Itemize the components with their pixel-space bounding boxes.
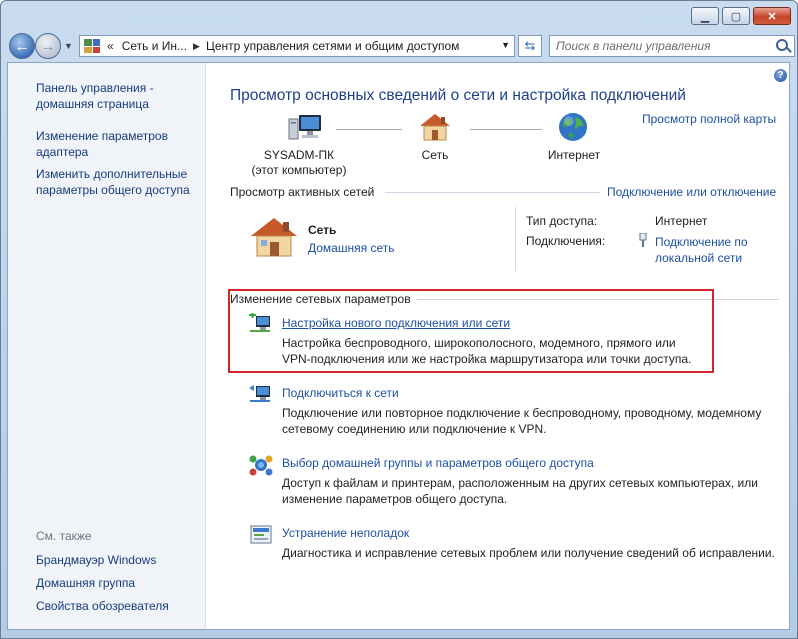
arrow-left-icon: ← [14, 37, 30, 55]
address-bar[interactable]: « Сеть и Ин... ▶ Центр управления сетями… [79, 35, 515, 57]
sidebar-link-homegroup[interactable]: Домашняя группа [36, 575, 201, 591]
home-network-icon [248, 215, 300, 259]
local-connection-link-line2[interactable]: локальной сети [655, 250, 748, 266]
homegroup-link[interactable]: Выбор домашней группы и параметров общег… [282, 455, 758, 471]
task-connect-network: Подключиться к сети Подключение или повт… [282, 385, 761, 437]
homegroup-icon [248, 453, 274, 477]
maximize-button[interactable]: ▢ [722, 7, 750, 25]
page-title: Просмотр основных сведений о сети и наст… [230, 87, 686, 104]
content-area: Панель управления - домашняя страница Из… [7, 62, 790, 630]
minimize-button[interactable]: ▁ [691, 7, 719, 25]
connect-disconnect-link[interactable]: Подключение или отключение [607, 185, 776, 199]
internet-globe-icon [557, 111, 589, 143]
sidebar-link-adapter-settings[interactable]: Изменение параметров адаптера [36, 128, 201, 160]
see-also-label: См. также [36, 529, 92, 543]
section-divider [385, 192, 600, 193]
vertical-divider [515, 207, 516, 271]
computer-caption: (этот компьютер) [251, 163, 347, 177]
map-connector-line [336, 129, 402, 130]
local-connection-link-line1[interactable]: Подключение по [655, 234, 748, 250]
access-type-value: Интернет [655, 214, 708, 228]
forward-button[interactable]: → [35, 33, 61, 59]
computer-name: SYSADM-ПК [263, 148, 335, 162]
title-bar: ▁ ▢ ✕ [1, 1, 797, 31]
refresh-icon: ⇆ [524, 38, 536, 53]
connect-network-link[interactable]: Подключиться к сети [282, 385, 761, 401]
navigation-bar: ← → ▼ « Сеть и Ин... ▶ Центр управления … [7, 31, 795, 61]
map-computer-node: SYSADM-ПК (этот компьютер) [249, 148, 349, 178]
task-homegroup: Выбор домашней группы и параметров общег… [282, 455, 758, 507]
search-input[interactable]: Поиск в панели управления [549, 35, 795, 57]
back-button[interactable]: ← [9, 33, 35, 59]
ethernet-connection-icon [639, 232, 647, 247]
new-connection-icon [248, 312, 274, 337]
full-map-link[interactable]: Просмотр полной карты [642, 112, 776, 126]
access-type-label: Тип доступа: [526, 214, 598, 228]
map-connector-line [470, 129, 542, 130]
network-name: Сеть [308, 223, 337, 237]
troubleshoot-link[interactable]: Устранение неполадок [282, 525, 775, 541]
sidebar-link-sharing-settings[interactable]: Изменить дополнительные параметры общего… [36, 166, 201, 198]
computer-icon [287, 113, 323, 141]
breadcrumb-network[interactable]: Сеть и Ин... [118, 39, 191, 53]
connections-label: Подключения: [526, 234, 606, 248]
homegroup-desc-line1: Доступ к файлам и принтерам, расположенн… [282, 476, 758, 490]
main-panel: ? Просмотр основных сведений о сети и на… [207, 63, 789, 629]
map-network-label: Сеть [421, 148, 449, 162]
map-internet-label: Интернет [547, 148, 601, 162]
new-connection-desc-line1: Настройка беспроводного, широкополосного… [282, 336, 676, 350]
arrow-right-icon: → [40, 37, 56, 55]
sidebar-link-firewall[interactable]: Брандмауэр Windows [36, 552, 201, 568]
troubleshoot-icon [248, 523, 274, 547]
search-placeholder: Поиск в панели управления [556, 39, 711, 53]
network-type-link[interactable]: Домашняя сеть [308, 241, 394, 255]
close-button[interactable]: ✕ [753, 7, 791, 25]
active-networks-header: Просмотр активных сетей [230, 185, 375, 199]
new-connection-desc-line2: VPN-подключения или же настройка маршрут… [282, 352, 692, 366]
task-new-connection: Настройка нового подключения или сети На… [282, 315, 691, 367]
homegroup-desc-line2: изменение параметров общего доступа. [282, 492, 508, 506]
address-dropdown-icon[interactable]: ▼ [501, 40, 510, 50]
sidebar: Панель управления - домашняя страница Из… [8, 63, 206, 629]
local-connection-link[interactable]: Подключение по локальной сети [655, 234, 748, 266]
connect-network-icon [248, 383, 274, 407]
refresh-button[interactable]: ⇆ [518, 35, 542, 57]
control-panel-icon [84, 39, 100, 53]
address-prefix[interactable]: « [103, 39, 118, 53]
search-icon[interactable] [776, 39, 788, 51]
new-connection-link[interactable]: Настройка нового подключения или сети [282, 315, 691, 331]
connect-network-desc-line2: сетевому соединению или подключение к VP… [282, 422, 547, 436]
sidebar-link-home[interactable]: Панель управления - домашняя страница [36, 80, 201, 112]
control-panel-window: ▁ ▢ ✕ ← → ▼ « Сеть и Ин... ▶ Центр управ… [0, 0, 798, 639]
breadcrumb-separator-icon[interactable]: ▶ [191, 41, 202, 52]
network-house-icon [418, 112, 452, 142]
sidebar-link-internet-options[interactable]: Свойства обозревателя [36, 598, 201, 614]
help-icon[interactable]: ? [774, 69, 787, 82]
troubleshoot-desc-line1: Диагностика и исправление сетевых пробле… [282, 546, 775, 560]
breadcrumb-network-center[interactable]: Центр управления сетями и общим доступом [202, 39, 464, 53]
task-troubleshoot: Устранение неполадок Диагностика и испра… [282, 525, 775, 561]
recent-pages-dropdown[interactable]: ▼ [64, 41, 73, 51]
connect-network-desc-line1: Подключение или повторное подключение к … [282, 406, 762, 420]
